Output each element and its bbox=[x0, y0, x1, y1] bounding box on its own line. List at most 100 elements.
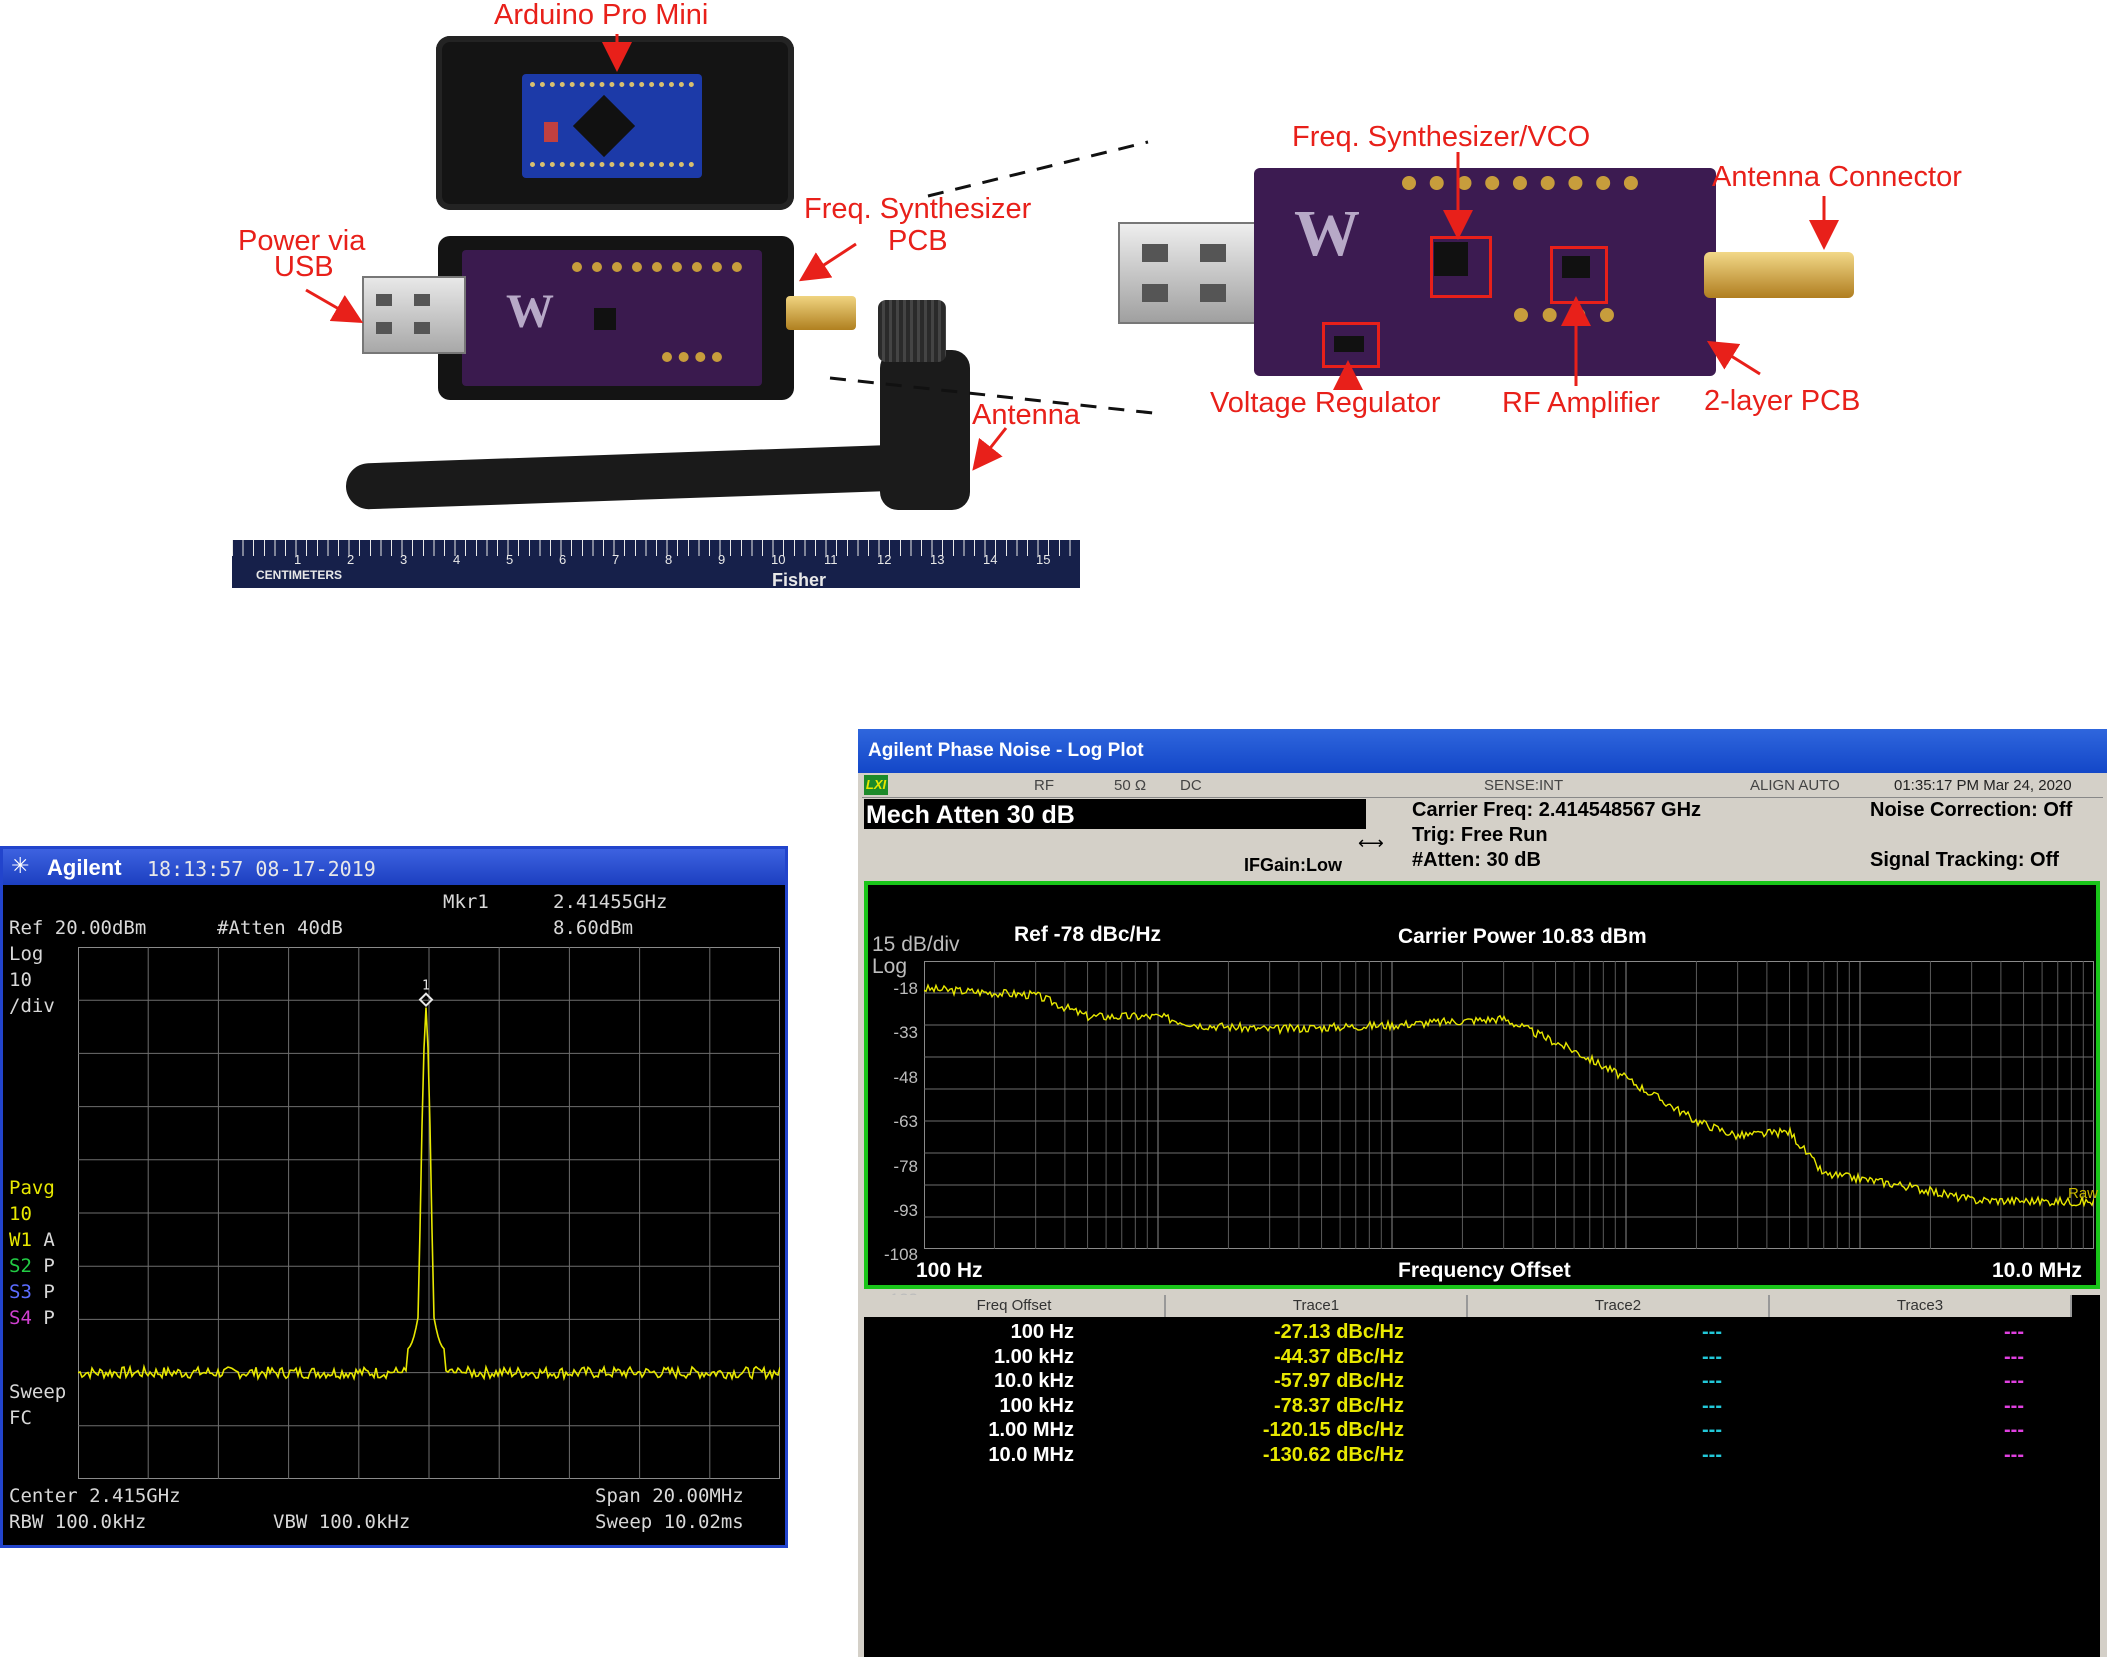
pn-grid-border bbox=[924, 961, 2094, 1249]
pn-table-row: 10.0 kHz -57.97 dBc/Hz --- --- bbox=[864, 1370, 2100, 1394]
pn-carrier-power: Carrier Power 10.83 dBm bbox=[1398, 925, 1647, 948]
pn-x-end: 10.0 MHz bbox=[1992, 1259, 2082, 1282]
pn-scale-type: Log bbox=[872, 955, 908, 978]
sa-marker-level: 8.60dBm bbox=[553, 917, 634, 939]
pn-status-bar: LXI RF 50 Ω DC SENSE:INT ALIGN AUTO 01:3… bbox=[862, 775, 2103, 798]
sa-trace-mode: A bbox=[31, 1229, 55, 1251]
sa-scale-log: Log bbox=[9, 943, 44, 965]
sa-brand: Agilent bbox=[47, 855, 122, 880]
pn-trace-line bbox=[924, 983, 2094, 1208]
sa-scale-div: /div bbox=[9, 995, 55, 1017]
pn-atten: #Atten: 30 dB bbox=[1412, 849, 1541, 871]
sa-center: Center 2.415GHz bbox=[9, 1485, 181, 1507]
mech-atten-box: Mech Atten 30 dB bbox=[864, 799, 1366, 829]
voltage-regulator-label: Voltage Regulator bbox=[1210, 387, 1441, 419]
pn-signal-tracking: Signal Tracking: Off bbox=[1870, 849, 2059, 871]
mech-atten: Mech Atten 30 dB bbox=[866, 801, 1075, 829]
rf-amplifier-label: RF Amplifier bbox=[1502, 387, 1660, 419]
pn-status-datetime: 01:35:17 PM Mar 24, 2020 bbox=[1894, 777, 2072, 794]
pn-table-header-cell: Trace1 bbox=[1166, 1295, 1468, 1317]
sa-ref: Ref 20.00dBm bbox=[9, 917, 147, 939]
pn-y-tick: -93 bbox=[893, 1201, 918, 1220]
pn-table-cell: --- bbox=[2004, 1321, 2024, 1343]
pn-y-tick: -48 bbox=[893, 1067, 918, 1087]
pn-table-cell: --- bbox=[2004, 1444, 2024, 1466]
pn-table-header-cell: Trace3 bbox=[1770, 1295, 2072, 1317]
pn-table-cell: --- bbox=[2004, 1345, 2024, 1368]
agilent-logo-icon: ✳ bbox=[11, 853, 30, 878]
sa-atten: #Atten 40dB bbox=[217, 917, 343, 939]
pn-table-header-cell: Trace2 bbox=[1468, 1295, 1770, 1317]
pn-table-cell: --- bbox=[1702, 1444, 1722, 1466]
callout-arrows bbox=[305, 34, 1839, 471]
sa-avg-count: 10 bbox=[9, 1203, 32, 1225]
pn-table-row: 10.0 MHz -130.62 dBc/Hz --- --- bbox=[864, 1444, 2100, 1468]
zoom-dashed-line bbox=[927, 140, 1149, 198]
pn-table-cell: 10.0 MHz bbox=[988, 1444, 1074, 1466]
power-arrow bbox=[305, 288, 364, 323]
sa-marker-number: 1 bbox=[422, 979, 430, 994]
pn-table-cell: --- bbox=[1702, 1370, 1722, 1393]
antenna-arrow bbox=[972, 427, 1008, 471]
sa-vbw: VBW 100.0kHz bbox=[273, 1511, 411, 1533]
pn-table-cell: -78.37 dBc/Hz bbox=[1273, 1394, 1404, 1417]
sa-avg-label: Pavg bbox=[9, 1177, 55, 1199]
sa-trace-id: S2 bbox=[9, 1255, 32, 1277]
pn-table-cell: -120.15 dBc/Hz bbox=[1262, 1419, 1404, 1442]
sa-trace-id: S3 bbox=[9, 1281, 32, 1303]
ifgain-arrow-icon: ⟷ bbox=[1358, 833, 1384, 853]
pn-status-align: ALIGN AUTO bbox=[1750, 777, 1840, 794]
sa-scale-10: 10 bbox=[9, 969, 32, 991]
synth-pcb-label-2: PCB bbox=[888, 225, 948, 257]
pn-table-cell: --- bbox=[1702, 1394, 1722, 1417]
sa-trace-mode: P bbox=[31, 1255, 55, 1277]
lxi-icon: LXI bbox=[864, 775, 888, 795]
sa-marker-diamond bbox=[418, 992, 434, 1008]
pn-status-sense: SENSE:INT bbox=[1484, 777, 1564, 794]
sa-trace-item: S2 P bbox=[9, 1255, 55, 1277]
pn-y-tick: -108 bbox=[883, 1245, 918, 1265]
synth-vco-label: Freq. Synthesizer/VCO bbox=[1292, 121, 1591, 153]
pn-table-cell: --- bbox=[2004, 1370, 2024, 1393]
pn-ref: Ref -78 dBc/Hz bbox=[1014, 923, 1162, 946]
pn-table-header: Freq Offset Trace1 Trace2 Trace3 bbox=[864, 1295, 2100, 1317]
sa-marker-freq: 2.41455GHz bbox=[553, 891, 668, 913]
pn-y-tick: -33 bbox=[893, 1023, 918, 1043]
sa-plot-area: 1 bbox=[78, 947, 780, 1479]
pn-table-cell: -44.37 dBc/Hz bbox=[1273, 1345, 1404, 1368]
pn-table-cell: 100 Hz bbox=[1010, 1321, 1074, 1343]
synth-pcb-label-1: Freq. Synthesizer bbox=[804, 193, 1032, 225]
pn-y-tick: -18 bbox=[893, 979, 918, 998]
pn-trig: Trig: Free Run bbox=[1412, 824, 1548, 846]
pn-table-cell: --- bbox=[2004, 1419, 2024, 1442]
sa-timestamp: 18:13:57 08-17-2019 bbox=[147, 857, 376, 881]
pn-x-label: Frequency Offset bbox=[1398, 1259, 1571, 1282]
pn-noise-correction: Noise Correction: Off bbox=[1870, 799, 2073, 821]
pn-table-row: 100 Hz -27.13 dBc/Hz --- --- bbox=[864, 1321, 2100, 1345]
pn-trace-tag: Raw bbox=[2068, 1185, 2099, 1202]
pn-scale: 15 dB/div bbox=[872, 933, 960, 956]
pn-status-coupling: DC bbox=[1180, 777, 1202, 794]
pn-table-cell: --- bbox=[2004, 1394, 2024, 1417]
pn-table-row: 1.00 MHz -120.15 dBc/Hz --- --- bbox=[864, 1419, 2100, 1443]
pn-table-cell: 1.00 MHz bbox=[988, 1419, 1074, 1442]
antenna-connector-label: Antenna Connector bbox=[1712, 161, 1962, 193]
pn-y-tick: -78 bbox=[893, 1156, 918, 1176]
sa-trace-item: W1 A bbox=[9, 1229, 55, 1251]
pn-x-start: 100 Hz bbox=[916, 1259, 983, 1282]
power-label-2: USB bbox=[274, 251, 334, 283]
sa-trace-mode: P bbox=[31, 1307, 55, 1329]
pn-marker-table: Freq Offset Trace1 Trace2 Trace3 100 Hz -27.… bbox=[864, 1295, 2100, 1657]
pn-status-impedance: 50 Ω bbox=[1114, 777, 1147, 794]
pn-y-tick: -63 bbox=[893, 1112, 918, 1132]
sa-sweep-time: Sweep 10.02ms bbox=[595, 1511, 744, 1533]
pn-table-cell: -27.13 dBc/Hz bbox=[1273, 1321, 1404, 1343]
arduino-label: Arduino Pro Mini bbox=[494, 0, 709, 31]
antenna-label: Antenna bbox=[972, 399, 1081, 431]
layer-pcb-label: 2-layer PCB bbox=[1704, 385, 1861, 417]
layer-pcb-arrow bbox=[1706, 340, 1761, 376]
sa-rbw: RBW 100.0kHz bbox=[9, 1511, 147, 1533]
pn-window-title: Agilent Phase Noise - Log Plot bbox=[868, 740, 1144, 761]
sa-sweep-label: Sweep bbox=[9, 1381, 67, 1403]
synth-pcb-arrow bbox=[798, 242, 857, 282]
